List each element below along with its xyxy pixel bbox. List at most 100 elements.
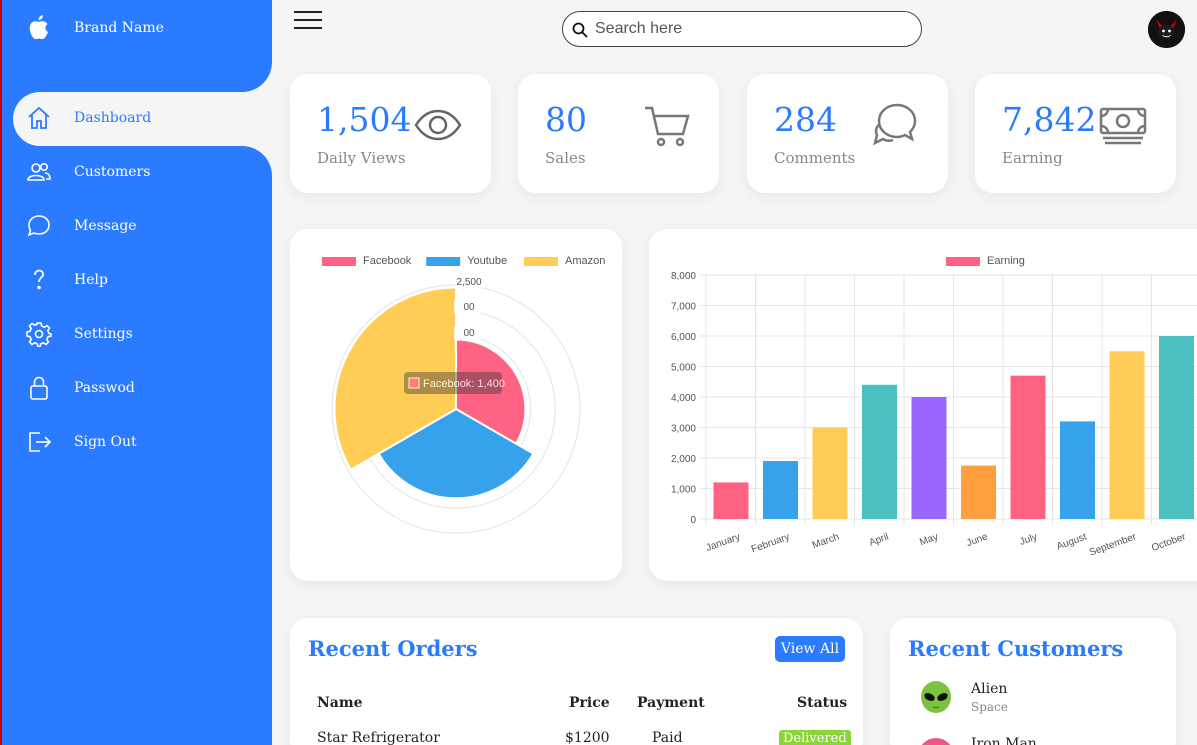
- column-header-payment[interactable]: Payment: [637, 695, 705, 711]
- y-tick-label: 0: [690, 515, 696, 526]
- iron-man-avatar-icon: [918, 738, 954, 745]
- bar: [862, 384, 897, 519]
- sidebar-corner: [242, 62, 272, 92]
- sidebar-item-dashboard[interactable]: Dashboard: [13, 92, 274, 146]
- stat-card-daily-views[interactable]: 1,504 Daily Views: [290, 74, 491, 193]
- legend-label: Facebook: [363, 255, 412, 267]
- bar: [763, 461, 798, 519]
- bar: [1060, 421, 1095, 519]
- sidebar-item-label: Customers: [74, 164, 151, 180]
- brand[interactable]: Brand Name: [2, 0, 272, 92]
- recent-customers-title: Recent Customers: [908, 636, 1124, 661]
- recent-customers-panel: Recent Customers Alien Space Iron Man: [890, 618, 1176, 745]
- stat-number: 1,504: [317, 100, 412, 139]
- sidebar-item-label: Passwod: [74, 380, 135, 396]
- polar-area-chart[interactable]: Facebook Youtube Amazon 2,500 00 00 Facebook: …: [290, 229, 622, 581]
- x-tick-label: February: [750, 531, 791, 555]
- bar: [1159, 336, 1194, 519]
- x-tick-label: April: [868, 531, 891, 548]
- column-header-price[interactable]: Price: [569, 695, 610, 711]
- order-name: Star Refrigerator: [317, 730, 440, 745]
- earning-bar-chart[interactable]: Earning 0 1,000 2,000 3,000 4,000 5,000 6,000 7,…: [649, 229, 1197, 581]
- stat-number: 7,842: [1002, 100, 1097, 139]
- stat-label: Comments: [774, 149, 856, 167]
- sidebar-item-label: Message: [74, 218, 137, 234]
- stat-card-sales[interactable]: 80 Sales: [518, 74, 719, 193]
- cash-icon: [1099, 107, 1147, 145]
- x-tick-label: May: [918, 531, 940, 548]
- legend-label: Amazon: [565, 255, 605, 267]
- customer-location: Space: [971, 700, 1008, 714]
- menu-toggle-icon[interactable]: [294, 11, 322, 31]
- sidebar-item-customers[interactable]: Customers: [2, 146, 272, 200]
- order-payment: Paid: [652, 730, 683, 745]
- stat-label: Daily Views: [317, 149, 406, 167]
- y-tick-label: 5,000: [671, 363, 696, 374]
- legend-swatch: [322, 257, 356, 266]
- bar: [1010, 375, 1046, 519]
- x-tick-label: July: [1018, 531, 1038, 547]
- bar: [713, 482, 749, 519]
- sign-out-icon: [29, 432, 52, 452]
- x-tick-label: June: [965, 531, 990, 549]
- y-tick-label: 1,000: [671, 485, 696, 496]
- search-input[interactable]: [595, 18, 895, 40]
- sidebar-item-label: Sign Out: [74, 434, 137, 450]
- customer-name: Iron Man: [971, 736, 1037, 745]
- apple-icon: [29, 15, 48, 40]
- customer-name: Alien: [971, 681, 1008, 697]
- sidebar-item-sign-out[interactable]: Sign Out: [2, 416, 272, 470]
- sidebar-item-label: Help: [74, 272, 108, 288]
- chart-tooltip: Facebook: 1,400: [404, 372, 505, 394]
- stat-label: Sales: [545, 149, 586, 167]
- recent-orders-panel: Recent Orders View All Name Price Paymen…: [290, 618, 863, 745]
- users-icon: [27, 163, 51, 181]
- y-tick-label: 7,000: [671, 302, 696, 313]
- comments-icon: [873, 103, 917, 146]
- legend-label: Earning: [987, 255, 1025, 267]
- bar: [911, 397, 947, 519]
- sidebar-item-password[interactable]: Passwod: [2, 362, 272, 416]
- brand-name: Brand Name: [74, 20, 164, 36]
- search-icon[interactable]: [572, 22, 588, 38]
- tooltip-swatch: [408, 377, 420, 389]
- column-header-name[interactable]: Name: [317, 695, 363, 711]
- y-tick-label: 4,000: [671, 393, 696, 404]
- y-tick-label: 3,000: [671, 424, 696, 435]
- sidebar: Brand Name Dashboard Customers Message H…: [0, 0, 274, 745]
- stat-label: Earning: [1002, 149, 1063, 167]
- legend-swatch: [426, 257, 461, 266]
- order-price: $1200: [565, 730, 610, 745]
- x-tick-label: October: [1150, 531, 1188, 554]
- view-all-button[interactable]: View All: [775, 636, 845, 662]
- tooltip-text: Facebook: 1,400: [423, 378, 505, 390]
- avatar[interactable]: [1148, 11, 1185, 48]
- polar-chart-panel: Facebook Youtube Amazon 2,500 00 00 Facebook: …: [290, 229, 622, 581]
- tick-label: 00: [463, 328, 475, 339]
- stat-number: 80: [545, 100, 587, 139]
- lock-icon: [30, 376, 48, 400]
- y-tick-label: 6,000: [671, 332, 696, 343]
- bar: [961, 465, 996, 519]
- chat-icon: [27, 215, 50, 237]
- bar: [812, 427, 848, 519]
- y-tick-label: 8,000: [671, 271, 696, 282]
- bar: [1109, 351, 1145, 519]
- y-tick-label: 2,000: [671, 454, 696, 465]
- column-header-status[interactable]: Status: [797, 695, 847, 711]
- cart-icon: [645, 106, 690, 147]
- stat-number: 284: [774, 100, 837, 139]
- legend-label: Youtube: [467, 255, 507, 267]
- stat-card-earning[interactable]: 7,842 Earning: [975, 74, 1176, 193]
- tick-label: 2,500: [456, 277, 481, 288]
- status-badge: Delivered: [779, 730, 851, 745]
- x-tick-label: March: [811, 531, 841, 551]
- gear-icon: [26, 322, 52, 347]
- help-icon: [34, 269, 44, 290]
- sidebar-item-help[interactable]: Help: [2, 254, 272, 308]
- stat-card-comments[interactable]: 284 Comments: [747, 74, 948, 193]
- sidebar-item-message[interactable]: Message: [2, 200, 272, 254]
- sidebar-item-settings[interactable]: Settings: [2, 308, 272, 362]
- bar-chart-panel: Earning 0 1,000 2,000 3,000 4,000 5,000 6,000 7,…: [649, 229, 1197, 581]
- recent-orders-title: Recent Orders: [308, 636, 478, 661]
